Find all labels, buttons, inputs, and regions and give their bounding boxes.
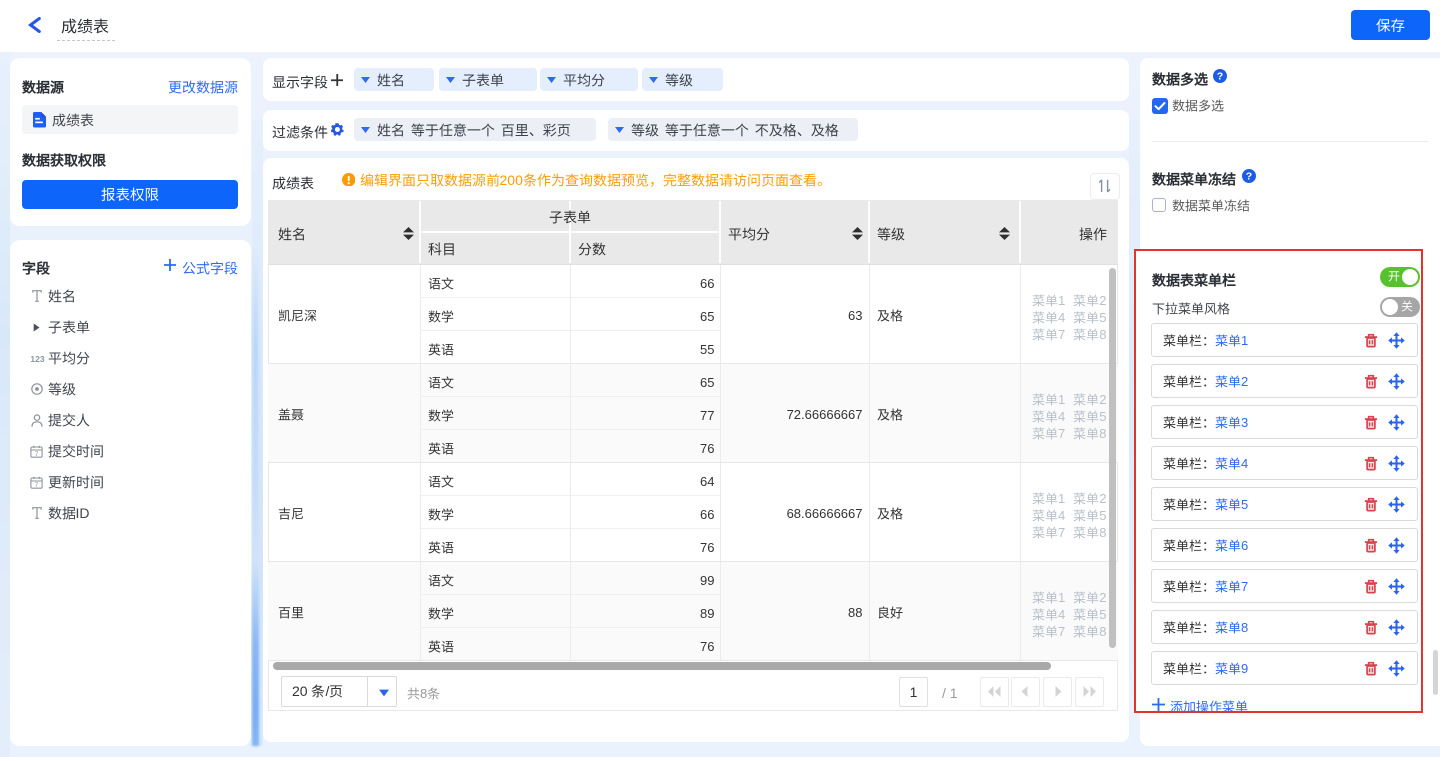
- svg-text:?: ?: [1217, 71, 1223, 83]
- svg-text:?: ?: [1246, 171, 1252, 183]
